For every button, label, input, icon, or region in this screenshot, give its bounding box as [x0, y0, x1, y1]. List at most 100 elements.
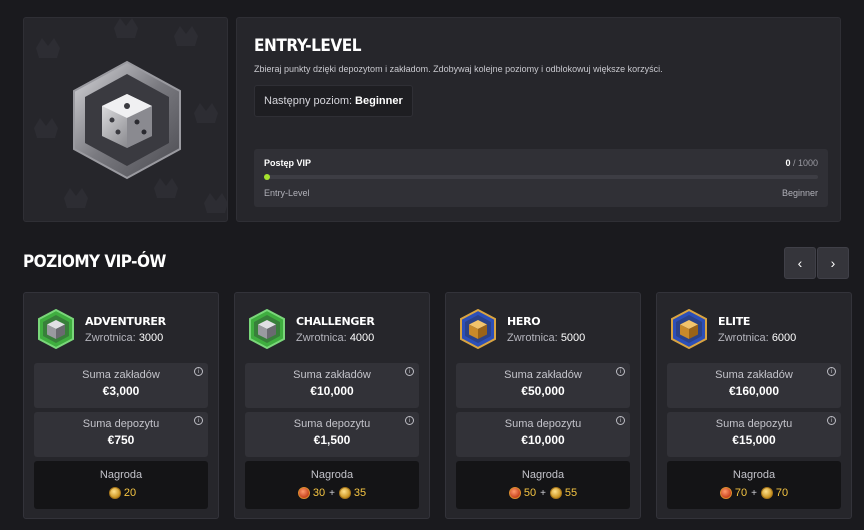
reward-gold-amount: 35: [353, 487, 367, 499]
reward-label: Nagroda: [521, 469, 565, 481]
vip-progress-current: 0: [785, 158, 791, 168]
current-level-title: ENTRY-LEVEL: [254, 36, 362, 56]
total-bets-value: €160,000: [728, 384, 780, 398]
level-name: CHALLENGER: [296, 315, 375, 328]
info-icon[interactable]: i: [827, 416, 836, 425]
gold-coin-icon: [108, 487, 121, 499]
reward-box: Nagroda 30 + 35: [245, 461, 419, 509]
info-icon[interactable]: i: [616, 367, 625, 376]
vip-progress-label: Postęp VIP: [264, 158, 312, 168]
next-button[interactable]: ›: [817, 247, 849, 279]
next-level-label: Następny poziom:: [264, 95, 353, 107]
info-icon[interactable]: i: [194, 416, 203, 425]
vip-level-card-challenger: CHALLENGER Zwrotnica: 4000 i Suma zakład…: [234, 292, 430, 519]
vip-progress-track: [264, 174, 818, 180]
gold-coin-icon: [549, 487, 562, 499]
vip-progress-value: 0 / 1000: [785, 158, 818, 168]
reward-values: 70 + 70: [667, 487, 841, 499]
reward-red-amount: 70: [734, 487, 748, 499]
reward-red-amount: 50: [523, 487, 537, 499]
total-deposit-value: €750: [107, 433, 135, 447]
vip-progress-total: / 1000: [792, 158, 818, 168]
next-level-value: Beginner: [355, 95, 403, 107]
total-deposit-box: i Suma depozytu €1,500: [245, 412, 419, 457]
total-bets-box: i Suma zakładów €160,000: [667, 363, 841, 408]
reward-values: 30 + 35: [245, 487, 419, 499]
reward-plus: +: [540, 487, 546, 499]
level-name: HERO: [507, 315, 541, 328]
level-cashback-value: 3000: [138, 332, 164, 344]
reward-label: Nagroda: [99, 469, 143, 481]
level-name: ELITE: [718, 315, 751, 328]
reward-plus: +: [329, 487, 335, 499]
vip-level-card-adventurer: ADVENTURER Zwrotnica: 3000 i Suma zakład…: [23, 292, 219, 519]
total-bets-label: Suma zakładów: [293, 369, 371, 381]
level-cashback: Zwrotnica: 5000: [507, 332, 585, 344]
info-icon[interactable]: i: [616, 416, 625, 425]
level-cashback-label: Zwrotnica:: [507, 332, 558, 344]
total-deposit-label: Suma depozytu: [82, 418, 160, 430]
level-cashback: Zwrotnica: 4000: [296, 332, 374, 344]
total-bets-value: €3,000: [102, 384, 140, 398]
total-deposit-value: €10,000: [521, 433, 565, 447]
level-badge-icon: [38, 309, 74, 349]
prev-button[interactable]: ‹: [784, 247, 816, 279]
red-coin-icon: [508, 487, 521, 499]
level-badge-panel: [23, 17, 228, 222]
total-bets-box: i Suma zakładów €3,000: [34, 363, 208, 408]
info-icon[interactable]: i: [405, 416, 414, 425]
total-deposit-box: i Suma depozytu €15,000: [667, 412, 841, 457]
current-level-description: Zbieraj punkty dzięki depozytom i zakład…: [254, 64, 663, 74]
reward-plus: +: [751, 487, 757, 499]
gold-coin-icon: [760, 487, 773, 499]
reward-gold-amount: 70: [775, 487, 789, 499]
info-icon[interactable]: i: [827, 367, 836, 376]
chevron-right-icon: ›: [830, 255, 836, 271]
level-cashback-label: Zwrotnica:: [296, 332, 347, 344]
current-level-panel: ENTRY-LEVEL Zbieraj punkty dzięki depozy…: [236, 17, 841, 222]
reward-values: 50 + 55: [456, 487, 630, 499]
total-bets-box: i Suma zakładów €50,000: [456, 363, 630, 408]
gold-coin-icon: [338, 487, 351, 499]
info-icon[interactable]: i: [405, 367, 414, 376]
total-deposit-label: Suma depozytu: [293, 418, 371, 430]
vip-level-cards: ADVENTURER Zwrotnica: 3000 i Suma zakład…: [23, 292, 852, 519]
vip-progress-from: Entry-Level: [264, 188, 310, 198]
total-deposit-label: Suma depozytu: [504, 418, 582, 430]
level-badge-icon: [249, 309, 285, 349]
total-bets-value: €50,000: [521, 384, 565, 398]
total-bets-label: Suma zakładów: [82, 369, 160, 381]
total-deposit-box: i Suma depozytu €750: [34, 412, 208, 457]
level-cashback-value: 5000: [560, 332, 586, 344]
reward-gold-amount: 55: [564, 487, 578, 499]
total-deposit-box: i Suma depozytu €10,000: [456, 412, 630, 457]
total-deposit-value: €1,500: [313, 433, 351, 447]
reward-box: Nagroda 70 + 70: [667, 461, 841, 509]
vip-level-card-elite: ELITE Zwrotnica: 6000 i Suma zakładów €1…: [656, 292, 852, 519]
level-cashback-value: 4000: [349, 332, 375, 344]
level-cashback-value: 6000: [771, 332, 797, 344]
level-badge-icon: [671, 309, 707, 349]
red-coin-icon: [719, 487, 732, 499]
level-cashback-label: Zwrotnica:: [85, 332, 136, 344]
vip-progress: Postęp VIP 0 / 1000 Entry-Level Beginner: [254, 149, 828, 207]
vip-progress-fill: [264, 174, 270, 180]
vip-progress-to: Beginner: [781, 188, 818, 198]
level-name: ADVENTURER: [85, 315, 166, 328]
level-badge-icon: [460, 309, 496, 349]
total-bets-label: Suma zakładów: [504, 369, 582, 381]
total-bets-box: i Suma zakładów €10,000: [245, 363, 419, 408]
reward-box: Nagroda 50 + 55: [456, 461, 630, 509]
total-deposit-value: €15,000: [732, 433, 776, 447]
next-level-box: Następny poziom: Beginner: [254, 85, 413, 117]
info-icon[interactable]: i: [194, 367, 203, 376]
level-cashback-label: Zwrotnica:: [718, 332, 769, 344]
level-cashback: Zwrotnica: 3000: [85, 332, 163, 344]
reward-red-amount: 30: [312, 487, 326, 499]
total-deposit-label: Suma depozytu: [715, 418, 793, 430]
red-coin-icon: [297, 487, 310, 499]
reward-label: Nagroda: [732, 469, 776, 481]
total-bets-label: Suma zakładów: [715, 369, 793, 381]
level-cashback: Zwrotnica: 6000: [718, 332, 796, 344]
reward-values: 20: [34, 487, 208, 499]
